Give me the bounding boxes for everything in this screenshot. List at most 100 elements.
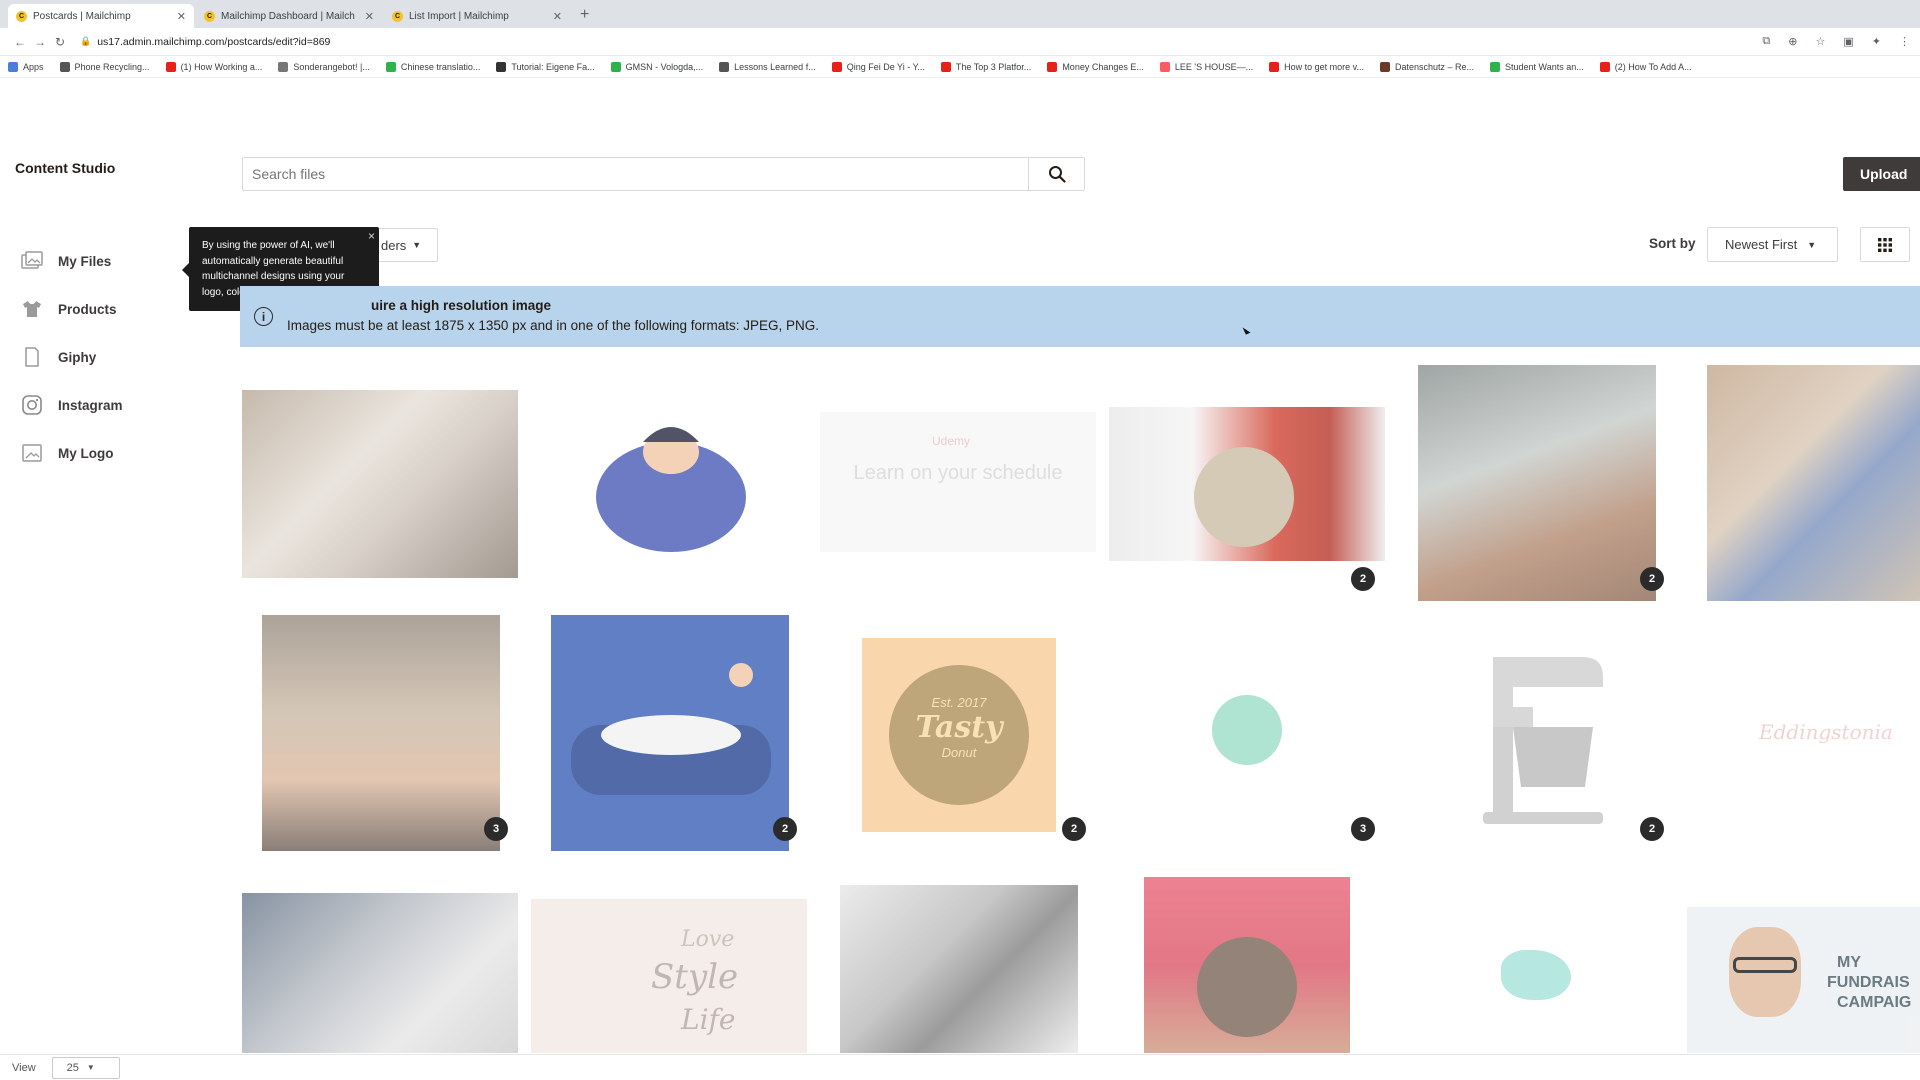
folders-label: ders xyxy=(381,237,407,253)
view-label: View xyxy=(12,1061,36,1074)
bookmark-label: How to get more v... xyxy=(1284,61,1364,72)
image-tile[interactable] xyxy=(242,362,518,602)
back-icon[interactable]: ← xyxy=(10,35,30,49)
menu-icon[interactable]: ⋮ xyxy=(1899,35,1910,48)
bookmark-favicon-icon xyxy=(1490,61,1501,72)
badge-logo xyxy=(1212,695,1282,765)
mailchimp-favicon-icon: C xyxy=(16,10,27,22)
sort-dropdown[interactable]: Newest First ▼ xyxy=(1707,227,1838,262)
bookmark-item[interactable]: Lessons Learned f... xyxy=(719,61,816,72)
bookmark-label: (2) How To Add A... xyxy=(1614,61,1692,72)
bookmark-item[interactable]: Apps xyxy=(8,61,44,72)
bookmark-item[interactable]: Tutorial: Eigene Fa... xyxy=(496,61,595,72)
sidebar-item-my-files[interactable]: My Files xyxy=(20,237,123,285)
bookmark-item[interactable]: GMSN - Vologda,... xyxy=(610,61,703,72)
reload-icon[interactable]: ↻ xyxy=(50,35,70,49)
bookmark-item[interactable]: Sonderangebot! |... xyxy=(278,61,370,72)
sidebar-item-label: Giphy xyxy=(58,349,97,365)
close-tab-icon[interactable]: ✕ xyxy=(365,10,374,23)
card-line: FUNDRAIS xyxy=(1827,974,1910,991)
search-bar xyxy=(242,157,1085,191)
bookmark-label: Tutorial: Eigene Fa... xyxy=(511,61,595,72)
image-tile[interactable]: 3 xyxy=(1109,612,1385,852)
image-tile[interactable] xyxy=(531,362,807,602)
image-tile[interactable]: 3 xyxy=(242,612,518,852)
sidebar-item-products[interactable]: Products xyxy=(20,285,123,333)
sidebar-item-label: Instagram xyxy=(58,397,123,413)
image-tile[interactable]: MY FUNDRAIS CAMPAIG xyxy=(1687,865,1920,1053)
grid-view-button[interactable] xyxy=(1860,227,1910,262)
bookmark-item[interactable]: LEE 'S HOUSE—... xyxy=(1159,61,1253,72)
photo-pug-santa xyxy=(1109,407,1385,561)
image-tile[interactable]: Udemy Learn on your schedule xyxy=(820,362,1096,602)
photo-people-table xyxy=(242,390,518,578)
image-tile[interactable] xyxy=(1109,865,1385,1053)
bookmark-favicon-icon xyxy=(1379,61,1390,72)
tab-title: List Import | Mailchimp xyxy=(409,10,509,22)
sidebar-item-instagram[interactable]: Instagram xyxy=(20,381,123,429)
zoom-icon[interactable]: ⊕ xyxy=(1788,35,1797,48)
search-input[interactable] xyxy=(243,158,1028,190)
card-line: Style xyxy=(651,957,739,997)
sidebar-item-my-logo[interactable]: My Logo xyxy=(20,429,123,477)
bookmark-favicon-icon xyxy=(831,61,842,72)
close-icon[interactable]: × xyxy=(368,229,375,245)
chevron-down-icon: ▼ xyxy=(86,1063,95,1072)
bookmark-item[interactable]: (1) How Working a... xyxy=(165,61,262,72)
bookmark-item[interactable]: Qing Fei De Yi - Y... xyxy=(831,61,925,72)
bookmark-favicon-icon xyxy=(719,61,730,72)
bookmark-item[interactable]: How to get more v... xyxy=(1269,61,1364,72)
bookmark-label: Phone Recycling... xyxy=(74,61,150,72)
bookmark-label: Lessons Learned f... xyxy=(734,61,816,72)
image-tile[interactable]: Love Style Life xyxy=(531,865,807,1053)
pagination-footer: View 25 ▼ xyxy=(0,1054,1920,1080)
url-field[interactable]: 🔒 us17.admin.mailchimp.com/postcards/edi… xyxy=(80,36,330,48)
image-tile[interactable]: Eddingstonia xyxy=(1687,612,1920,852)
bookmark-star-icon[interactable]: ☆ xyxy=(1816,35,1826,48)
close-tab-icon[interactable]: ✕ xyxy=(177,10,186,23)
forward-icon[interactable]: → xyxy=(30,35,50,49)
illustration-couch xyxy=(551,615,789,851)
bookmark-item[interactable]: Student Wants an... xyxy=(1490,61,1584,72)
sidebar-item-giphy[interactable]: Giphy xyxy=(20,333,123,381)
logo-line: Donut xyxy=(941,745,977,760)
illustration-character xyxy=(596,427,746,552)
image-tile[interactable] xyxy=(1398,865,1674,1053)
bookmark-favicon-icon xyxy=(496,61,507,72)
bookmark-item[interactable]: Phone Recycling... xyxy=(59,61,150,72)
upload-button[interactable]: Upload xyxy=(1843,157,1920,191)
usage-count-badge: 2 xyxy=(1640,567,1664,591)
close-tab-icon[interactable]: ✕ xyxy=(553,10,562,23)
image-tile[interactable]: 2 xyxy=(531,612,807,852)
photo-coffee-cup xyxy=(1707,365,1920,601)
image-tile[interactable] xyxy=(820,865,1096,1053)
bookmark-item[interactable]: (2) How To Add A... xyxy=(1599,61,1692,72)
image-tile[interactable]: Est. 2017 Tasty Donut 2 xyxy=(820,612,1096,852)
image-tile[interactable] xyxy=(1687,362,1920,602)
card-line: CAMPAIG xyxy=(1837,994,1912,1011)
per-page-select[interactable]: 25 ▼ xyxy=(51,1056,120,1079)
image-tile[interactable] xyxy=(242,865,518,1053)
image-tile[interactable]: 2 xyxy=(1109,362,1385,602)
bookmark-favicon-icon xyxy=(1159,61,1170,72)
extension-icon[interactable]: ✦ xyxy=(1872,35,1881,48)
bookmark-item[interactable]: Datenschutz – Re... xyxy=(1379,61,1474,72)
browser-tab[interactable]: C Mailchimp Dashboard | Mailch ✕ xyxy=(196,4,382,28)
search-button[interactable] xyxy=(1028,158,1084,190)
browser-tab[interactable]: C List Import | Mailchimp ✕ xyxy=(384,4,570,28)
bookmark-favicon-icon xyxy=(385,61,396,72)
tab-title: Mailchimp Dashboard | Mailch xyxy=(221,10,355,22)
browser-tab[interactable]: C Postcards | Mailchimp ✕ xyxy=(8,4,194,28)
bookmark-item[interactable]: Chinese translatio... xyxy=(385,61,480,72)
bookmark-favicon-icon xyxy=(1599,61,1610,72)
extension-icon[interactable]: ▣ xyxy=(1843,35,1853,48)
image-tile[interactable]: 2 xyxy=(1398,362,1674,602)
bookmark-label: Qing Fei De Yi - Y... xyxy=(846,61,925,72)
translate-icon[interactable]: ⧉ xyxy=(1762,35,1770,48)
address-bar: ← → ↻ 🔒 us17.admin.mailchimp.com/postcar… xyxy=(0,28,1920,56)
bookmark-item[interactable]: The Top 3 Platfor... xyxy=(940,61,1031,72)
image-tile[interactable]: 2 xyxy=(1398,612,1674,852)
bookmark-item[interactable]: Money Changes E... xyxy=(1047,61,1144,72)
chevron-down-icon: ▼ xyxy=(1807,239,1817,250)
new-tab-button[interactable]: + xyxy=(572,6,597,28)
